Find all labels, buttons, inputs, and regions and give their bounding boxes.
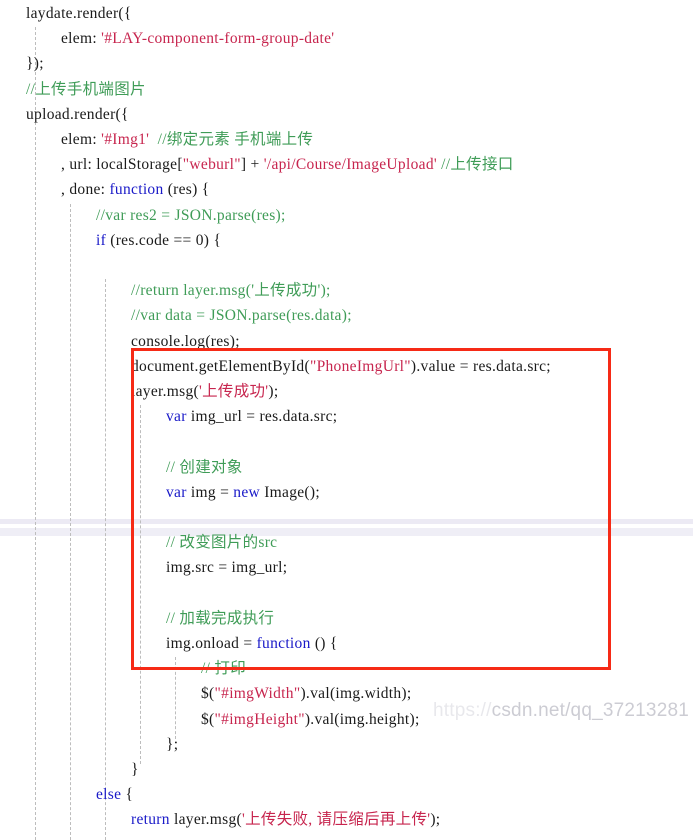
code-line[interactable]: img.src = img_url; <box>166 558 287 577</box>
code-line[interactable]: var img = new Image(); <box>166 483 320 502</box>
code-token: // 加载完成执行 <box>166 609 275 627</box>
code-token: }; <box>166 735 179 753</box>
code-token: // 创建对象 <box>166 458 243 476</box>
code-line[interactable]: var img_url = res.data.src; <box>166 407 337 426</box>
code-token: // 改变图片的src <box>166 534 278 552</box>
code-line[interactable]: document.getElementById("PhoneImgUrl").v… <box>131 357 551 376</box>
code-token: // 打印 <box>201 660 246 678</box>
code-token: ); <box>430 811 441 829</box>
code-token: function <box>256 635 311 652</box>
code-line[interactable]: img.onload = function () { <box>166 634 338 653</box>
code-token: //上传手机端图片 <box>26 80 146 98</box>
code-token: }); <box>26 55 44 73</box>
code-token: ).val(img.height); <box>304 710 420 728</box>
code-token: '上传成功' <box>199 383 269 400</box>
code-token: Image(); <box>260 483 320 501</box>
code-token: img_url = res.data.src; <box>186 408 338 426</box>
code-line[interactable]: // 创建对象 <box>166 458 243 477</box>
code-line[interactable]: elem: '#Img1' //绑定元素 手机端上传 <box>61 130 313 149</box>
code-token: console.log(res); <box>131 332 240 350</box>
code-token: upload.render({ <box>26 105 129 123</box>
code-token: return <box>131 811 170 829</box>
code-line[interactable]: // 改变图片的src <box>166 533 277 552</box>
code-token: } <box>131 761 139 778</box>
code-line[interactable]: , url: localStorage["weburl"] + '/api/Co… <box>61 155 514 174</box>
code-token: "#imgHeight" <box>214 710 305 728</box>
watermark-prefix: https:// <box>433 700 492 721</box>
code-token: layer.msg( <box>169 811 242 829</box>
code-token: (res) { <box>163 181 210 199</box>
code-token: , done: <box>61 181 110 199</box>
code-line[interactable]: laydate.render({ <box>26 4 132 23</box>
code-token: "#imgWidth" <box>214 685 301 703</box>
code-token: if <box>96 231 107 249</box>
code-line[interactable]: if (res.code == 0) { <box>96 231 221 250</box>
code-token: img = <box>186 483 234 501</box>
code-line[interactable]: }; <box>166 735 178 754</box>
code-text[interactable]: laydate.render({ elem: '#LAY-component-fo… <box>0 0 693 828</box>
code-token: //绑定元素 手机端上传 <box>157 131 314 148</box>
code-token: img.src = img_url; <box>166 559 288 577</box>
code-token: '#LAY-component-form-group-date' <box>101 30 335 48</box>
code-token: '#Img1' <box>101 131 150 148</box>
code-editor-surface[interactable]: laydate.render({ elem: '#LAY-component-fo… <box>0 0 693 840</box>
code-token: "PhoneImgUrl" <box>309 357 411 375</box>
code-line[interactable]: // 打印 <box>201 659 246 678</box>
code-line[interactable]: console.log(res); <box>131 332 240 351</box>
code-token: laydate.render({ <box>26 5 132 22</box>
watermark-text: csdn.net/qq_37213281 <box>491 700 689 721</box>
code-token: var <box>166 408 187 426</box>
code-token: elem: <box>61 30 102 48</box>
code-line[interactable]: else { <box>96 785 133 804</box>
code-line[interactable]: }); <box>26 54 44 73</box>
code-token: () { <box>310 635 338 652</box>
code-token: var <box>166 483 187 501</box>
code-line[interactable]: upload.render({ <box>26 105 129 124</box>
code-line[interactable]: //上传手机端图片 <box>26 80 146 99</box>
code-token: elem: <box>61 131 102 148</box>
code-line[interactable]: //var res2 = JSON.parse(res); <box>96 206 286 225</box>
code-token: //var data = JSON.parse(res.data); <box>131 307 352 325</box>
code-token: //return layer.msg('上传成功'); <box>131 282 331 300</box>
code-token: , url: localStorage[ <box>61 156 183 174</box>
code-token: (res.code == 0) { <box>106 231 222 249</box>
code-line[interactable]: } <box>131 760 139 779</box>
code-token: $( <box>201 710 215 728</box>
code-token: else <box>96 786 122 804</box>
code-line[interactable]: //var data = JSON.parse(res.data); <box>131 306 352 325</box>
code-token: layer.msg( <box>131 383 199 400</box>
code-line[interactable]: $("#imgWidth").val(img.width); <box>201 684 411 703</box>
csdn-watermark: https://csdn.net/qq_37213281 <box>433 700 689 722</box>
code-token: img.onload = <box>166 635 257 652</box>
code-token: new <box>233 483 261 501</box>
code-token: "weburl" <box>182 156 241 174</box>
code-token: //上传接口 <box>441 156 514 174</box>
code-token: ); <box>268 383 279 400</box>
code-token: document.getElementById( <box>131 357 310 375</box>
code-token: function <box>109 181 164 199</box>
code-token: '/api/Course/ImageUpload' <box>263 156 437 174</box>
code-token: ).value = res.data.src; <box>410 357 551 375</box>
code-token: ] + <box>240 156 264 174</box>
code-line[interactable]: //return layer.msg('上传成功'); <box>131 281 331 300</box>
code-line[interactable]: layer.msg('上传成功'); <box>131 382 278 401</box>
code-line[interactable]: $("#imgHeight").val(img.height); <box>201 710 420 729</box>
code-line[interactable]: // 加载完成执行 <box>166 609 274 628</box>
code-token: { <box>121 786 134 804</box>
code-token: $( <box>201 685 215 703</box>
code-line[interactable]: , done: function (res) { <box>61 180 210 199</box>
code-token: ).val(img.width); <box>300 685 412 703</box>
code-line[interactable]: elem: '#LAY-component-form-group-date' <box>61 29 334 48</box>
code-token: '上传失败, 请压缩后再上传' <box>242 811 431 829</box>
code-line[interactable]: return layer.msg('上传失败, 请压缩后再上传'); <box>131 810 440 829</box>
code-token: //var res2 = JSON.parse(res); <box>96 206 286 224</box>
